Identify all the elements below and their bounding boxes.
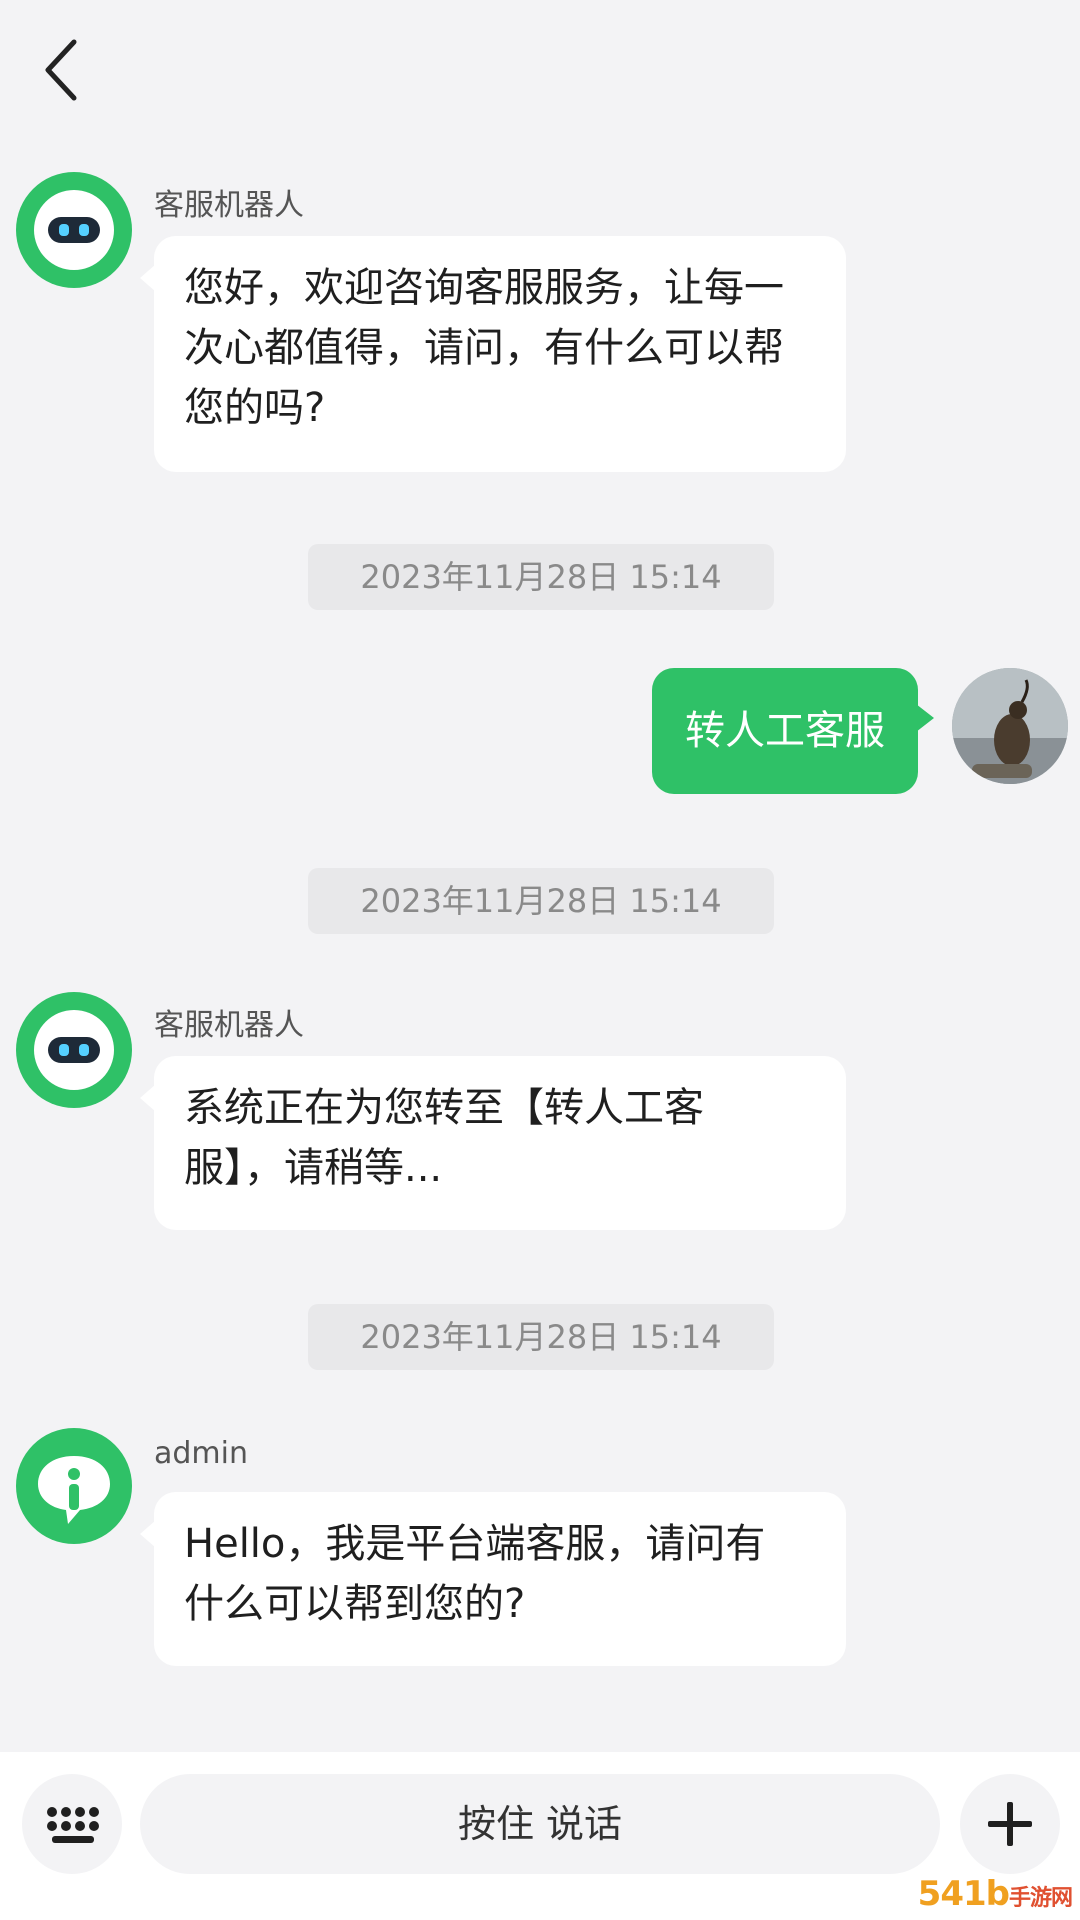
hold-to-talk-button[interactable]: 按住 说话: [140, 1774, 940, 1874]
message-line: 您好，欢迎咨询客服服务，让每一: [184, 265, 784, 311]
sender-name: 客服机器人: [154, 188, 304, 223]
timestamp: 2023年11月28日 15:14: [308, 1304, 774, 1370]
chat-messages[interactable]: 客服机器人 您好，欢迎咨询客服服务，让每一 次心都值得，请问，有什么可以帮 您的…: [0, 150, 1080, 1750]
plus-icon: [988, 1802, 1032, 1846]
robot-avatar[interactable]: [16, 992, 132, 1108]
message-line: 系统正在为您转至【转人工客: [184, 1085, 704, 1131]
keyboard-button[interactable]: [22, 1774, 122, 1874]
message-line: 您的吗?: [184, 385, 326, 431]
robot-icon: [34, 190, 114, 270]
timestamp: 2023年11月28日 15:14: [308, 868, 774, 934]
input-bar: 按住 说话 541b手游网: [0, 1752, 1080, 1920]
admin-avatar[interactable]: [16, 1428, 132, 1544]
message-line: 次心都值得，请问，有什么可以帮: [184, 325, 784, 371]
robot-icon: [34, 1010, 114, 1090]
message-line: 什么可以帮到您的?: [184, 1581, 526, 1627]
watermark-main: 54: [917, 1874, 964, 1914]
info-bubble-icon: [38, 1456, 110, 1524]
watermark-small: 手游网: [1008, 1886, 1073, 1911]
keyboard-icon: [47, 1807, 99, 1843]
watermark-logo: 541b手游网: [917, 1874, 1073, 1914]
message-bubble[interactable]: 系统正在为您转至【转人工客 服】，请稍等...: [140, 1056, 846, 1230]
bird-avatar-icon: [952, 668, 1068, 784]
back-button[interactable]: [36, 30, 96, 110]
sender-name: 客服机器人: [154, 1008, 304, 1043]
watermark-mid: 1b: [962, 1874, 1010, 1914]
chevron-left-icon: [45, 39, 77, 101]
message-bubble[interactable]: 您好，欢迎咨询客服服务，让每一 次心都值得，请问，有什么可以帮 您的吗?: [140, 236, 846, 472]
timestamp: 2023年11月28日 15:14: [308, 544, 774, 610]
message-text: 转人工客服: [685, 708, 885, 754]
top-bar: [0, 0, 1080, 150]
outgoing-message-bubble[interactable]: 转人工客服: [652, 668, 934, 794]
user-avatar[interactable]: [952, 668, 1068, 784]
sender-name: admin: [154, 1436, 248, 1471]
message-line: 服】，请稍等...: [184, 1145, 443, 1191]
message-line: Hello，我是平台端客服，请问有: [184, 1521, 766, 1567]
plus-button[interactable]: [960, 1774, 1060, 1874]
message-bubble[interactable]: Hello，我是平台端客服，请问有 什么可以帮到您的?: [140, 1492, 846, 1666]
robot-avatar[interactable]: [16, 172, 132, 288]
